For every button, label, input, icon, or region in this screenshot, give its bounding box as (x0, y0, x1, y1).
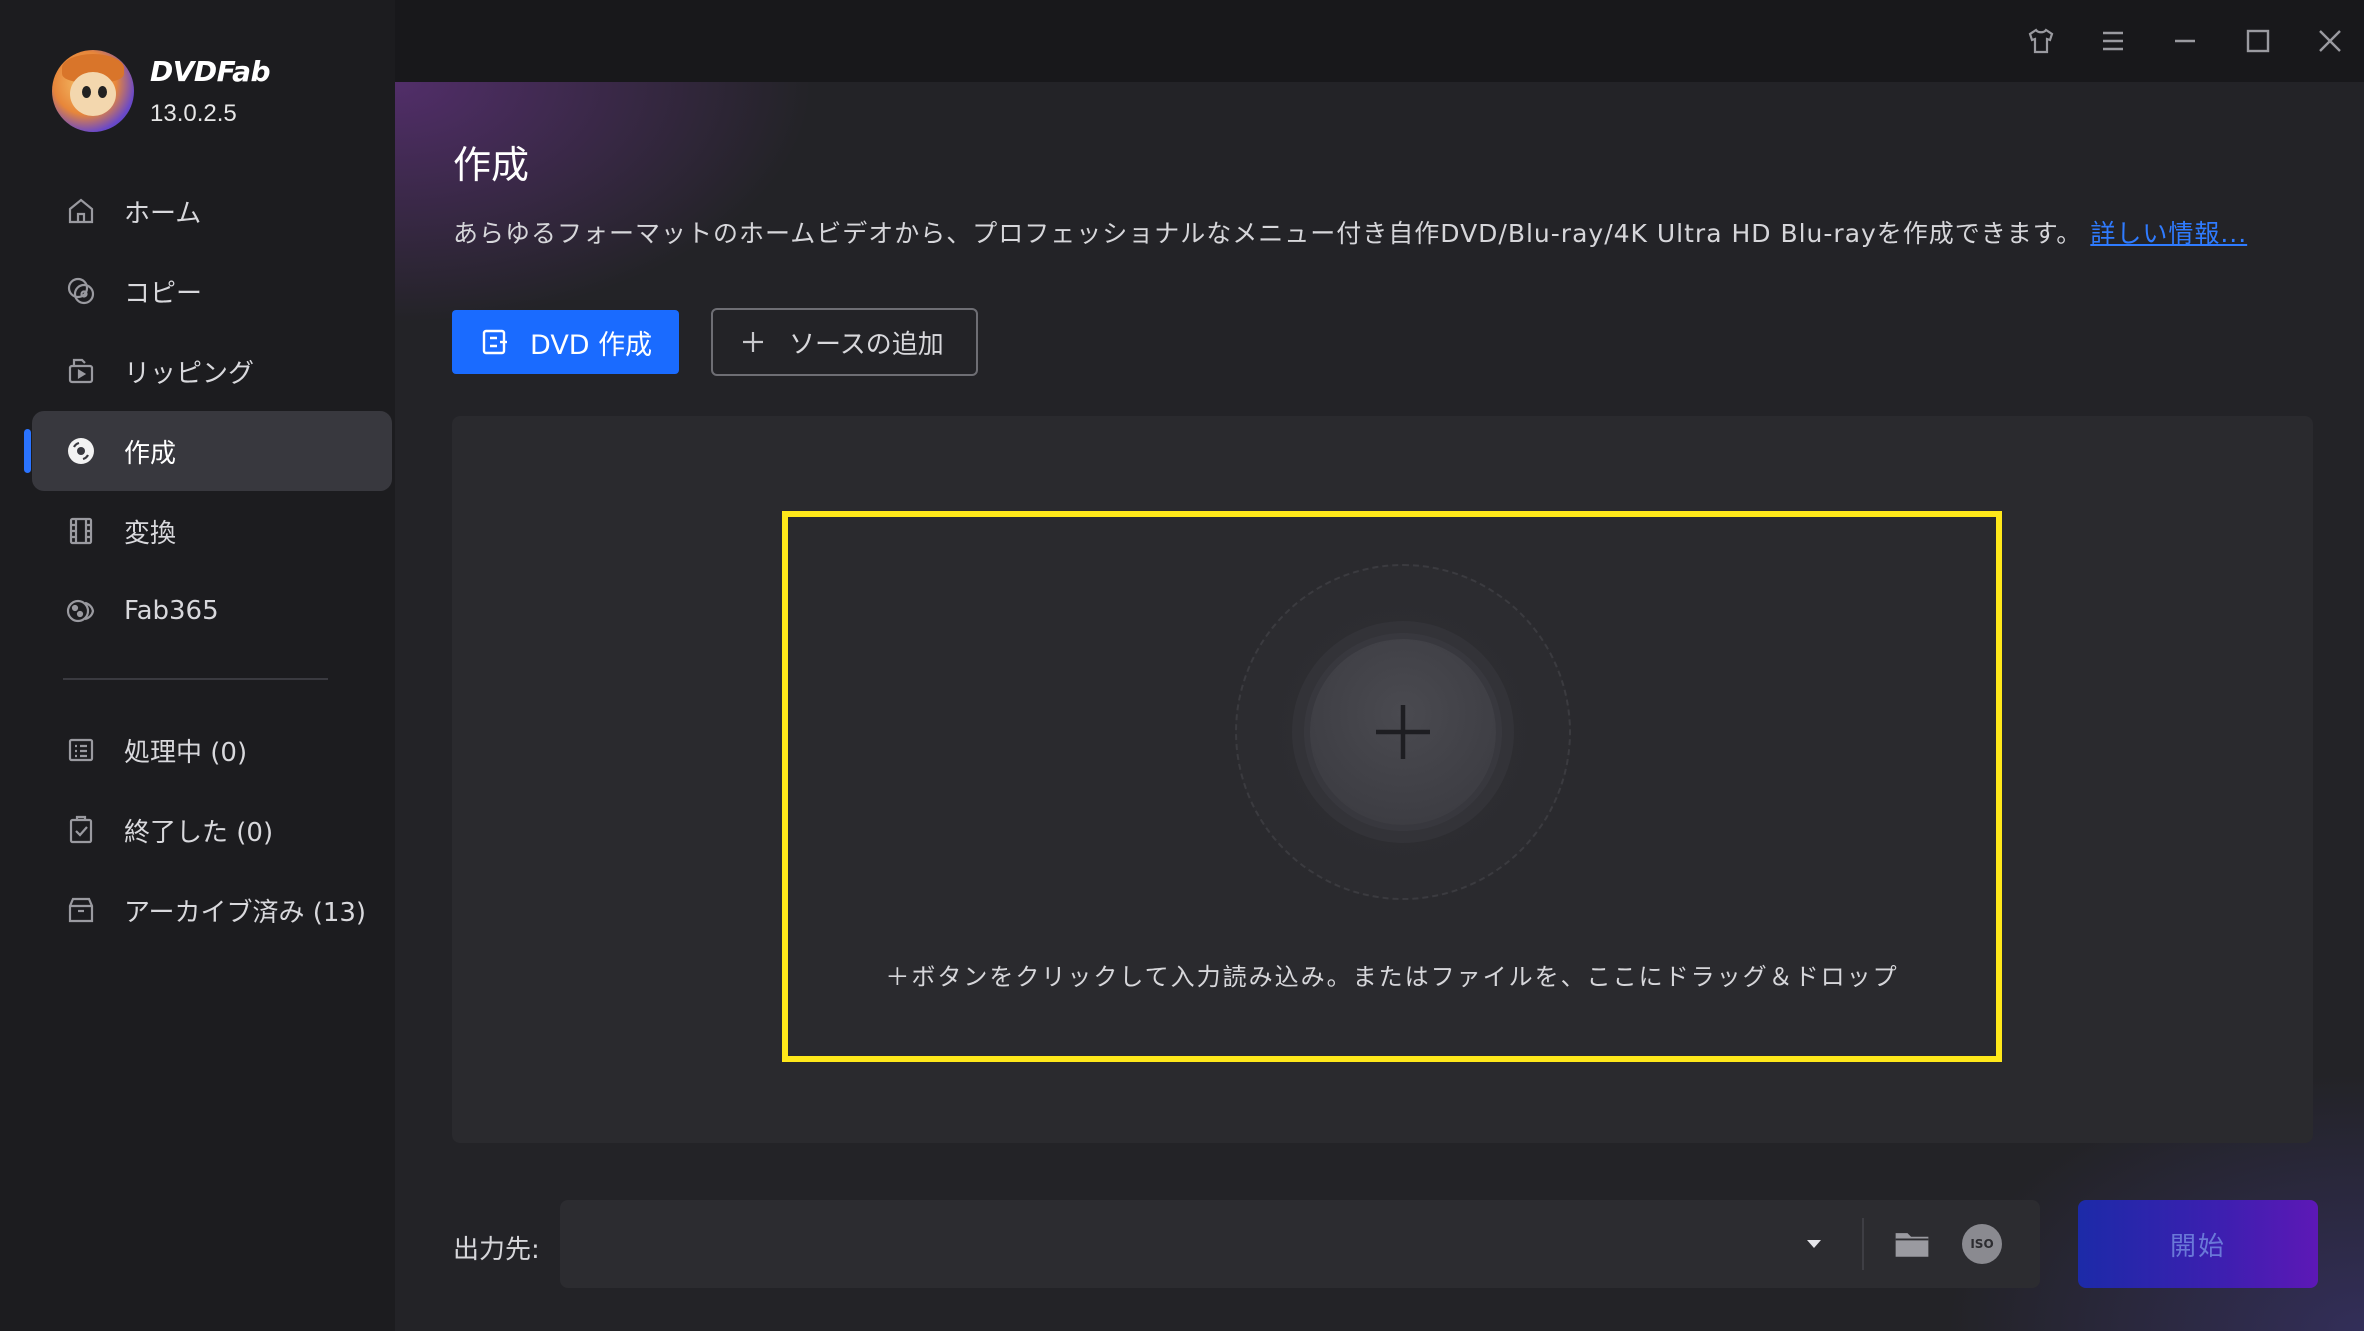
close-icon[interactable] (2307, 18, 2353, 64)
add-source-button[interactable]: ソースの追加 (711, 308, 978, 376)
sidebar-item-label: リッピング (124, 358, 255, 389)
menu-icon[interactable] (2090, 18, 2136, 64)
copy-icon (64, 274, 98, 308)
sidebar-item-label: 変換 (124, 518, 177, 549)
dvd-create-label: DVD 作成 (530, 329, 653, 361)
start-button[interactable]: 開始 (2078, 1200, 2318, 1288)
page-description: あらゆるフォーマットのホームビデオから、プロフェッショナルなメニュー付き自作DV… (453, 214, 2247, 250)
drop-zone-highlight[interactable]: ＋ボタンをクリックして入力読み込み。またはファイルを、ここにドラッグ＆ドロップ (782, 511, 2002, 1062)
archive-icon (64, 893, 98, 927)
output-label: 出力先: (453, 1235, 540, 1265)
page-title: 作成 (453, 143, 530, 187)
sidebar-nav: ホーム コピー リッピング 作成 変換 Fab365 (24, 171, 392, 651)
home-icon (64, 194, 98, 228)
iso-icon[interactable]: ISO (1962, 1224, 2002, 1264)
sidebar-item-creator[interactable]: 作成 (24, 411, 392, 491)
dvdfab-logo (52, 50, 134, 132)
output-path-field[interactable]: ISO (560, 1200, 2040, 1288)
sidebar-item-converter[interactable]: 変換 (32, 491, 392, 571)
sidebar-item-ripper[interactable]: リッピング (32, 331, 392, 411)
sidebar-item-copy[interactable]: コピー (32, 251, 392, 331)
dvd-create-button[interactable]: DVD 作成 (452, 310, 679, 374)
sidebar-item-label: ホーム (124, 198, 202, 229)
folder-icon[interactable] (1890, 1222, 1934, 1266)
fab365-icon (64, 594, 98, 628)
sidebar-item-archived[interactable]: アーカイブ済み (13) (32, 870, 392, 950)
creator-disc-icon (64, 434, 98, 468)
task-list-icon (64, 733, 98, 767)
drop-area[interactable]: ＋ボタンをクリックして入力読み込み。またはファイルを、ここにドラッグ＆ドロップ (452, 416, 2313, 1143)
sidebar-item-label: Fab365 (124, 596, 219, 626)
sidebar-item-label: コピー (124, 278, 203, 309)
sidebar-item-finished[interactable]: 終了した (0) (32, 790, 392, 870)
maximize-icon[interactable] (2235, 18, 2281, 64)
add-file-button[interactable] (1310, 639, 1496, 825)
description-text: あらゆるフォーマットのホームビデオから、プロフェッショナルなメニュー付き自作DV… (453, 219, 2083, 248)
clipboard-check-icon (64, 813, 98, 847)
sidebar-item-label: 処理中 (0) (124, 737, 248, 768)
sidebar-task-nav: 処理中 (0) 終了した (0) アーカイブ済み (13) (32, 710, 392, 950)
brand-name: DVDFab (150, 54, 271, 88)
drop-hint-text: ＋ボタンをクリックして入力読み込み。またはファイルを、ここにドラッグ＆ドロップ (885, 963, 1899, 991)
main-panel: 作成 あらゆるフォーマットのホームビデオから、プロフェッショナルなメニュー付き自… (395, 82, 2364, 1331)
chevron-down-icon[interactable] (1800, 1230, 1828, 1258)
sidebar-item-processing[interactable]: 処理中 (0) (32, 710, 392, 790)
minimize-icon[interactable] (2162, 18, 2208, 64)
sidebar-item-home[interactable]: ホーム (32, 171, 392, 251)
more-info-link[interactable]: 詳しい情報... (2090, 219, 2247, 248)
sidebar-item-fab365[interactable]: Fab365 (32, 571, 392, 651)
plus-icon (743, 332, 763, 352)
sidebar-item-label: アーカイブ済み (13) (124, 897, 367, 928)
ripper-icon (64, 354, 98, 388)
film-icon (64, 514, 98, 548)
skin-icon[interactable] (2018, 18, 2064, 64)
sidebar: DVDFab 13.0.2.5 ホーム コピー リッピング 作成 変換 Fab3… (0, 0, 395, 1331)
add-source-label: ソースの追加 (789, 329, 944, 360)
app-version: 13.0.2.5 (150, 99, 237, 127)
sidebar-divider (63, 678, 328, 680)
title-bar (395, 0, 2364, 82)
add-file-ring (1235, 564, 1571, 900)
brand: DVDFab 13.0.2.5 (52, 50, 271, 132)
sidebar-item-label: 作成 (124, 438, 177, 469)
sidebar-item-label: 終了した (0) (124, 817, 274, 848)
dvd-mode-icon (482, 329, 507, 355)
output-separator (1862, 1218, 1864, 1270)
plus-icon (1376, 705, 1430, 759)
